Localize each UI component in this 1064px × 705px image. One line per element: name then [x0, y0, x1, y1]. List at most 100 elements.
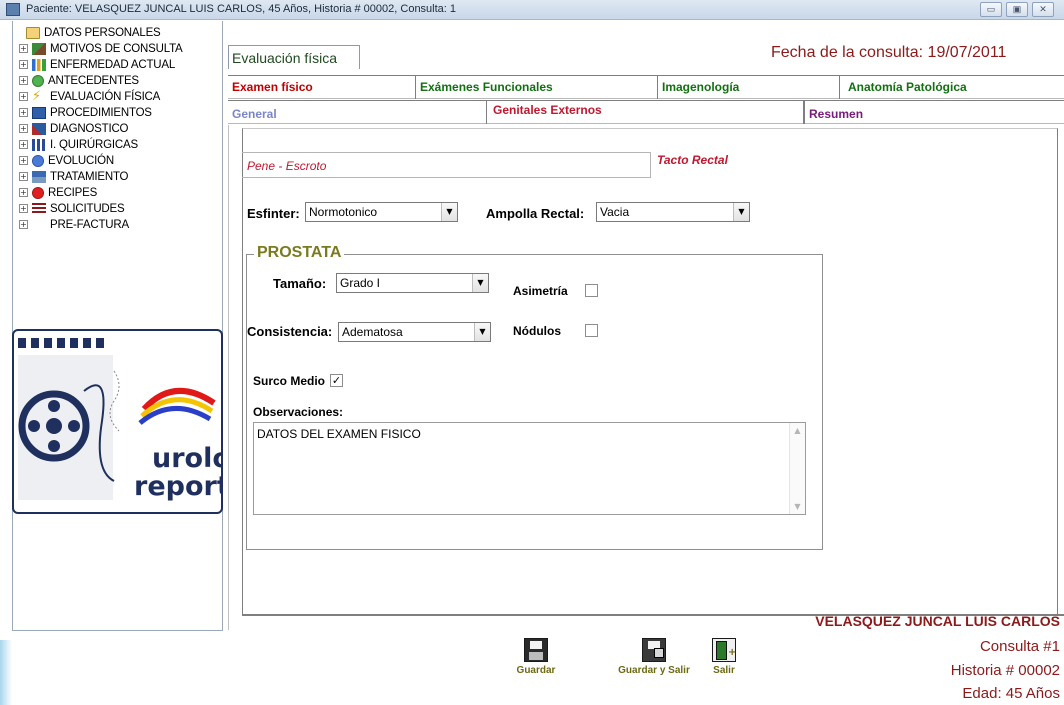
nodulos-label: Nódulos — [513, 324, 561, 338]
tab-label: Resumen — [809, 107, 864, 121]
apple-icon — [32, 186, 44, 199]
tree-item-evaluacion-fisica[interactable]: + ⚡ EVALUACIÓN FÍSICA — [19, 89, 160, 104]
tamano-select[interactable]: Grado I ▼ — [336, 273, 489, 293]
tab-anatomia-patologica[interactable]: Anatomía Patológica — [840, 76, 1064, 99]
tree-item-diagnostico[interactable]: + DIAGNOSTICO — [19, 121, 129, 136]
chart-icon — [32, 58, 46, 71]
tab-label: Exámenes Funcionales — [420, 80, 553, 94]
expand-icon[interactable]: + — [19, 44, 28, 53]
globe-icon — [32, 74, 44, 87]
save-icon — [524, 638, 548, 662]
salir-button[interactable]: + Salir — [704, 638, 744, 676]
tamano-value: Grado I — [340, 276, 381, 290]
patient-name: VELASQUEZ JUNCAL LUIS CARLOS — [815, 613, 1060, 629]
tree-item-datos-personales[interactable]: DATOS PERSONALES — [26, 25, 161, 40]
consultation-date: Fecha de la consulta: 19/07/2011 — [771, 44, 1007, 61]
guardar-y-salir-button[interactable]: Guardar y Salir — [617, 638, 691, 676]
tab-pene-escroto[interactable]: Pene - Escroto — [242, 152, 651, 178]
scroll-up-icon[interactable]: ▲ — [790, 426, 805, 435]
sub-tabs: General Genitales Externos Resumen — [228, 100, 1064, 124]
navigation-tree: DATOS PERSONALES + MOTIVOS DE CONSULTA +… — [12, 21, 223, 631]
prostata-title: PROSTATA — [254, 244, 345, 262]
observaciones-label: Observaciones: — [253, 405, 344, 419]
list-icon — [32, 202, 46, 215]
asimetria-checkbox[interactable] — [585, 284, 598, 297]
chevron-down-icon: ▼ — [733, 203, 749, 221]
tab-label: Pene - Escroto — [247, 159, 327, 173]
consulta-number: Consulta #1 — [979, 638, 1060, 655]
treatment-icon — [32, 170, 46, 183]
expand-icon[interactable]: + — [19, 188, 28, 197]
logo-text-urolo: urolo — [152, 443, 221, 474]
nodulos-checkbox[interactable] — [585, 324, 598, 337]
expand-icon[interactable]: + — [19, 124, 28, 133]
expand-icon[interactable]: + — [19, 156, 28, 165]
tab-label: Tacto Rectal — [657, 153, 728, 167]
expand-icon[interactable]: + — [19, 140, 28, 149]
button-label: Guardar — [516, 665, 556, 676]
tree-item-tratamiento[interactable]: + TRATAMIENTO — [19, 169, 129, 184]
tab-label: Examen físico — [232, 80, 313, 94]
surco-medio-checkbox[interactable]: ✓ — [330, 374, 343, 387]
scroll-down-icon[interactable]: ▼ — [790, 502, 805, 511]
expand-icon[interactable]: + — [19, 92, 28, 101]
observaciones-textarea[interactable]: DATOS DEL EXAMEN FISICO — [253, 422, 806, 515]
tab-resumen[interactable]: Resumen — [804, 101, 1064, 124]
tab-examenes-funcionales[interactable]: Exámenes Funcionales — [416, 76, 658, 99]
tree-item-procedimientos[interactable]: + PROCEDIMIENTOS — [19, 105, 152, 120]
tree-item-quirurgicas[interactable]: + I. QUIRÚRGICAS — [19, 137, 138, 152]
tab-genitales-externos[interactable]: Genitales Externos — [486, 101, 804, 124]
tree-item-motivos-consulta[interactable]: + MOTIVOS DE CONSULTA — [19, 41, 183, 56]
procedures-icon — [32, 106, 46, 119]
urolo-report-logo: urolo report — [12, 329, 223, 514]
asimetria-label: Asimetría — [513, 284, 568, 298]
background-edge — [0, 640, 12, 705]
expand-icon[interactable]: + — [19, 204, 28, 213]
expand-icon[interactable]: + — [19, 220, 28, 229]
tree-item-solicitudes[interactable]: + SOLICITUDES — [19, 201, 125, 216]
tab-label: Anatomía Patológica — [848, 80, 967, 94]
tree-item-recipes[interactable]: + RECIPES — [19, 185, 97, 200]
tab-general[interactable]: General — [228, 101, 486, 124]
button-label: Guardar y Salir — [618, 665, 690, 676]
tree-item-evolucion[interactable]: + EVOLUCIÓN — [19, 153, 114, 168]
app-icon — [6, 3, 20, 16]
expand-icon[interactable]: + — [19, 108, 28, 117]
button-label: Salir — [713, 665, 735, 676]
ampolla-rectal-select[interactable]: Vacia ▼ — [596, 202, 750, 222]
blank-icon — [32, 219, 46, 231]
tree-item-enfermedad-actual[interactable]: + ENFERMEDAD ACTUAL — [19, 57, 175, 72]
tab-tacto-rectal[interactable]: Tacto Rectal — [651, 152, 1058, 178]
tab-evaluacion-fisica[interactable]: Evaluación física — [228, 45, 360, 69]
minimize-button[interactable]: ▭ — [980, 2, 1002, 17]
esfinter-select[interactable]: Normotonico ▼ — [305, 202, 458, 222]
patient-age: Edad: 45 Años — [962, 685, 1060, 702]
tamano-label: Tamaño: — [273, 276, 327, 291]
tab-label: Genitales Externos — [493, 103, 602, 117]
esfinter-label: Esfinter: — [247, 206, 300, 221]
expand-icon[interactable]: + — [19, 76, 28, 85]
tab-imagenologia[interactable]: Imagenología — [658, 76, 840, 99]
tree-item-antecedentes[interactable]: + ANTECEDENTES — [19, 73, 139, 88]
tree-item-pre-factura[interactable]: + PRE-FACTURA — [19, 217, 129, 232]
main-tabs: Examen físico Exámenes Funcionales Image… — [228, 75, 1064, 99]
ampolla-rectal-label: Ampolla Rectal: — [486, 206, 585, 221]
consult-icon — [32, 42, 46, 55]
logo-text-report: report — [134, 471, 223, 502]
esfinter-value: Normotonico — [309, 205, 378, 219]
chevron-down-icon: ▼ — [472, 274, 488, 292]
tab-examen-fisico[interactable]: Examen físico — [228, 76, 416, 99]
consistencia-select[interactable]: Adematosa ▼ — [338, 322, 491, 342]
consistencia-label: Consistencia: — [247, 324, 333, 339]
info-icon — [32, 154, 44, 167]
save-exit-icon — [642, 638, 666, 662]
expand-icon[interactable]: + — [19, 172, 28, 181]
exit-door-icon: + — [712, 638, 736, 662]
historia-number: Historia # 00002 — [950, 662, 1060, 679]
close-button[interactable]: ✕ — [1032, 2, 1054, 17]
maximize-button[interactable]: ▣ — [1006, 2, 1028, 17]
guardar-button[interactable]: Guardar — [512, 638, 560, 676]
observaciones-scrollbar[interactable]: ▲ ▼ — [789, 423, 805, 514]
expand-icon[interactable]: + — [19, 60, 28, 69]
folder-icon — [26, 26, 40, 39]
